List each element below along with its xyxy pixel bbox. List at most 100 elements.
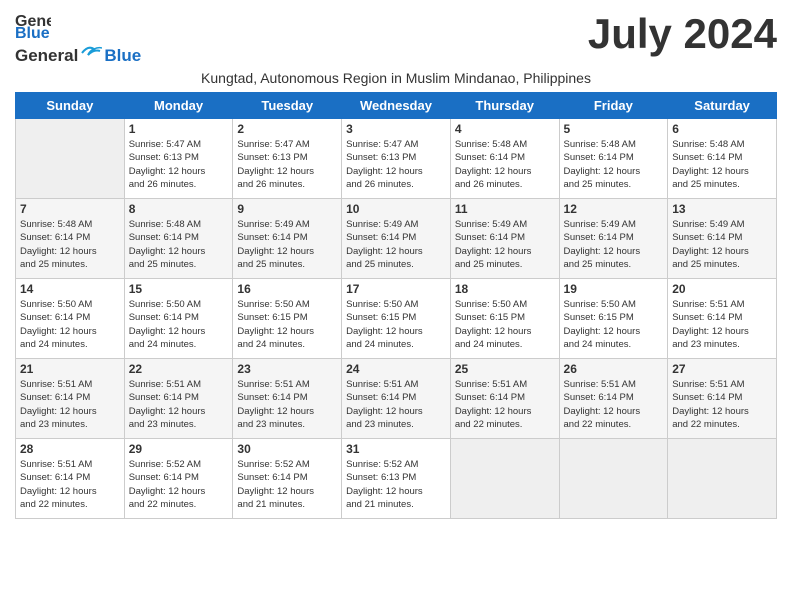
- weekday-header-sunday: Sunday: [16, 93, 125, 119]
- day-number: 20: [672, 282, 772, 296]
- day-number: 3: [346, 122, 446, 136]
- calendar-cell: 8 Sunrise: 5:48 AM Sunset: 6:14 PM Daylig…: [124, 199, 233, 279]
- day-info: Sunrise: 5:50 AM Sunset: 6:15 PM Dayligh…: [346, 298, 446, 351]
- day-info: Sunrise: 5:49 AM Sunset: 6:14 PM Dayligh…: [237, 218, 337, 271]
- day-info: Sunrise: 5:49 AM Sunset: 6:14 PM Dayligh…: [564, 218, 664, 271]
- weekday-header-tuesday: Tuesday: [233, 93, 342, 119]
- logo-general: General: [15, 46, 78, 66]
- day-info: Sunrise: 5:51 AM Sunset: 6:14 PM Dayligh…: [672, 298, 772, 351]
- day-number: 18: [455, 282, 555, 296]
- day-number: 10: [346, 202, 446, 216]
- calendar-cell: 15 Sunrise: 5:50 AM Sunset: 6:14 PM Dayli…: [124, 279, 233, 359]
- calendar-cell: 26 Sunrise: 5:51 AM Sunset: 6:14 PM Dayli…: [559, 359, 668, 439]
- day-number: 17: [346, 282, 446, 296]
- calendar-cell: 1 Sunrise: 5:47 AM Sunset: 6:13 PM Daylig…: [124, 119, 233, 199]
- calendar-cell: 25 Sunrise: 5:51 AM Sunset: 6:14 PM Dayli…: [450, 359, 559, 439]
- calendar-cell: 12 Sunrise: 5:49 AM Sunset: 6:14 PM Dayli…: [559, 199, 668, 279]
- day-info: Sunrise: 5:47 AM Sunset: 6:13 PM Dayligh…: [237, 138, 337, 191]
- day-info: Sunrise: 5:51 AM Sunset: 6:14 PM Dayligh…: [237, 378, 337, 431]
- day-info: Sunrise: 5:51 AM Sunset: 6:14 PM Dayligh…: [20, 458, 120, 511]
- subtitle: Kungtad, Autonomous Region in Muslim Min…: [15, 70, 777, 86]
- day-number: 21: [20, 362, 120, 376]
- calendar-cell: 23 Sunrise: 5:51 AM Sunset: 6:14 PM Dayli…: [233, 359, 342, 439]
- weekday-header-thursday: Thursday: [450, 93, 559, 119]
- svg-text:Blue: Blue: [15, 25, 50, 40]
- weekday-header-friday: Friday: [559, 93, 668, 119]
- day-number: 29: [129, 442, 229, 456]
- day-info: Sunrise: 5:47 AM Sunset: 6:13 PM Dayligh…: [129, 138, 229, 191]
- weekday-header-wednesday: Wednesday: [342, 93, 451, 119]
- calendar-cell: 21 Sunrise: 5:51 AM Sunset: 6:14 PM Dayli…: [16, 359, 125, 439]
- day-number: 14: [20, 282, 120, 296]
- day-info: Sunrise: 5:47 AM Sunset: 6:13 PM Dayligh…: [346, 138, 446, 191]
- calendar-cell: 5 Sunrise: 5:48 AM Sunset: 6:14 PM Daylig…: [559, 119, 668, 199]
- weekday-header-monday: Monday: [124, 93, 233, 119]
- day-info: Sunrise: 5:50 AM Sunset: 6:15 PM Dayligh…: [237, 298, 337, 351]
- day-number: 28: [20, 442, 120, 456]
- day-number: 7: [20, 202, 120, 216]
- calendar-cell: 11 Sunrise: 5:49 AM Sunset: 6:14 PM Dayli…: [450, 199, 559, 279]
- calendar-cell: 22Sunrise: 5:51 AM Sunset: 6:14 PM Dayli…: [124, 359, 233, 439]
- day-info: Sunrise: 5:48 AM Sunset: 6:14 PM Dayligh…: [129, 218, 229, 271]
- day-info: Sunrise: 5:51 AM Sunset: 6:14 PM Dayligh…: [20, 378, 120, 431]
- day-number: 16: [237, 282, 337, 296]
- day-info: Sunrise: 5:48 AM Sunset: 6:14 PM Dayligh…: [455, 138, 555, 191]
- logo-blue: Blue: [104, 46, 141, 66]
- calendar-cell: 27 Sunrise: 5:51 AM Sunset: 6:14 PM Dayli…: [668, 359, 777, 439]
- day-info: Sunrise: 5:51 AM Sunset: 6:14 PM Dayligh…: [129, 378, 229, 431]
- month-title: July 2024: [588, 10, 777, 58]
- day-number: 30: [237, 442, 337, 456]
- day-number: 24: [346, 362, 446, 376]
- day-info: Sunrise: 5:52 AM Sunset: 6:14 PM Dayligh…: [129, 458, 229, 511]
- day-number: 1: [129, 122, 229, 136]
- calendar-cell: [559, 439, 668, 519]
- calendar-cell: 28 Sunrise: 5:51 AM Sunset: 6:14 PM Dayli…: [16, 439, 125, 519]
- day-number: 4: [455, 122, 555, 136]
- logo: General Blue General Blue: [15, 10, 141, 66]
- weekday-header-saturday: Saturday: [668, 93, 777, 119]
- calendar-cell: 2 Sunrise: 5:47 AM Sunset: 6:13 PM Daylig…: [233, 119, 342, 199]
- day-info: Sunrise: 5:51 AM Sunset: 6:14 PM Dayligh…: [564, 378, 664, 431]
- day-number: 11: [455, 202, 555, 216]
- calendar-cell: 29 Sunrise: 5:52 AM Sunset: 6:14 PM Dayli…: [124, 439, 233, 519]
- calendar-cell: 17 Sunrise: 5:50 AM Sunset: 6:15 PM Dayli…: [342, 279, 451, 359]
- calendar-cell: 3 Sunrise: 5:47 AM Sunset: 6:13 PM Daylig…: [342, 119, 451, 199]
- day-info: Sunrise: 5:49 AM Sunset: 6:14 PM Dayligh…: [672, 218, 772, 271]
- calendar-cell: 13Sunrise: 5:49 AM Sunset: 6:14 PM Dayli…: [668, 199, 777, 279]
- day-info: Sunrise: 5:48 AM Sunset: 6:14 PM Dayligh…: [672, 138, 772, 191]
- calendar-cell: [668, 439, 777, 519]
- day-number: 12: [564, 202, 664, 216]
- calendar-cell: 7 Sunrise: 5:48 AM Sunset: 6:14 PM Daylig…: [16, 199, 125, 279]
- day-number: 26: [564, 362, 664, 376]
- calendar-cell: 30 Sunrise: 5:52 AM Sunset: 6:14 PM Dayli…: [233, 439, 342, 519]
- day-info: Sunrise: 5:51 AM Sunset: 6:14 PM Dayligh…: [455, 378, 555, 431]
- day-info: Sunrise: 5:50 AM Sunset: 6:15 PM Dayligh…: [564, 298, 664, 351]
- day-number: 9: [237, 202, 337, 216]
- day-number: 2: [237, 122, 337, 136]
- day-number: 27: [672, 362, 772, 376]
- day-info: Sunrise: 5:48 AM Sunset: 6:14 PM Dayligh…: [20, 218, 120, 271]
- calendar-cell: 6 Sunrise: 5:48 AM Sunset: 6:14 PM Daylig…: [668, 119, 777, 199]
- logo-icon: General Blue: [15, 10, 51, 40]
- day-info: Sunrise: 5:49 AM Sunset: 6:14 PM Dayligh…: [455, 218, 555, 271]
- day-info: Sunrise: 5:50 AM Sunset: 6:14 PM Dayligh…: [20, 298, 120, 351]
- calendar-cell: [16, 119, 125, 199]
- calendar-cell: 24Sunrise: 5:51 AM Sunset: 6:14 PM Dayli…: [342, 359, 451, 439]
- day-info: Sunrise: 5:52 AM Sunset: 6:14 PM Dayligh…: [237, 458, 337, 511]
- day-number: 31: [346, 442, 446, 456]
- calendar-cell: 16 Sunrise: 5:50 AM Sunset: 6:15 PM Dayli…: [233, 279, 342, 359]
- day-info: Sunrise: 5:48 AM Sunset: 6:14 PM Dayligh…: [564, 138, 664, 191]
- calendar-cell: 31Sunrise: 5:52 AM Sunset: 6:13 PM Dayli…: [342, 439, 451, 519]
- day-info: Sunrise: 5:50 AM Sunset: 6:14 PM Dayligh…: [129, 298, 229, 351]
- calendar-cell: 19Sunrise: 5:50 AM Sunset: 6:15 PM Dayli…: [559, 279, 668, 359]
- day-number: 6: [672, 122, 772, 136]
- calendar-table: SundayMondayTuesdayWednesdayThursdayFrid…: [15, 92, 777, 519]
- day-info: Sunrise: 5:51 AM Sunset: 6:14 PM Dayligh…: [672, 378, 772, 431]
- day-number: 15: [129, 282, 229, 296]
- day-number: 5: [564, 122, 664, 136]
- bird-icon: [80, 45, 102, 61]
- calendar-cell: 4 Sunrise: 5:48 AM Sunset: 6:14 PM Daylig…: [450, 119, 559, 199]
- day-number: 25: [455, 362, 555, 376]
- day-number: 8: [129, 202, 229, 216]
- day-number: 23: [237, 362, 337, 376]
